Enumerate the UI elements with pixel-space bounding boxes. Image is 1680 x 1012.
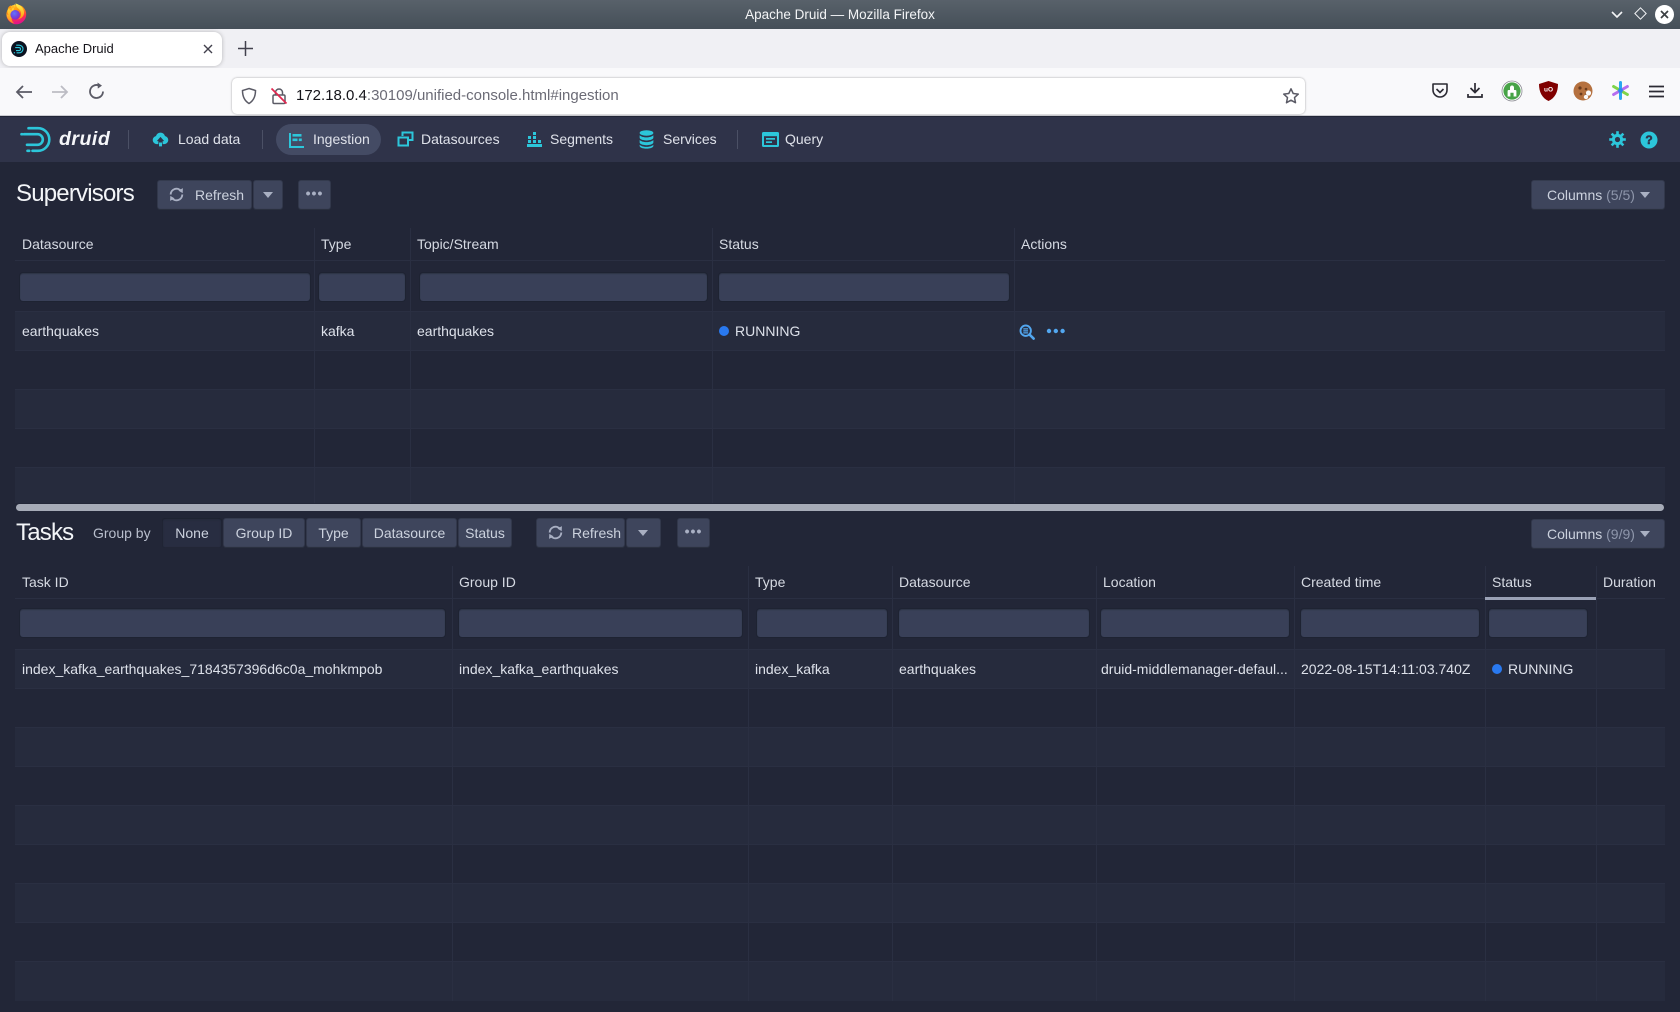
svg-text:?: ? bbox=[1645, 133, 1652, 147]
svg-text:uO: uO bbox=[1544, 87, 1553, 94]
